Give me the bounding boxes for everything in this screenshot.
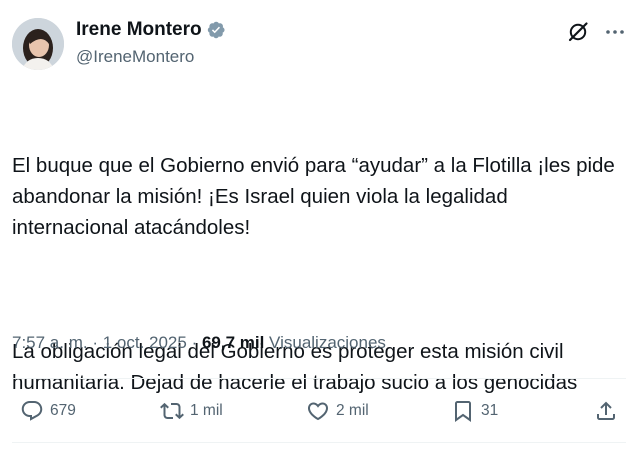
tweet-time[interactable]: 7:57 a. m. (12, 333, 88, 352)
like-button[interactable]: 2 mil (306, 392, 369, 430)
more-icon[interactable] (603, 20, 627, 44)
divider-top (12, 378, 626, 379)
views-count: 69,7 mil (201, 333, 265, 352)
meta-separator: · (186, 333, 202, 352)
tweet-paragraph-1: El buque que el Gobierno envió para “ayu… (12, 154, 621, 239)
meta-separator: · (87, 333, 103, 352)
share-button[interactable] (594, 392, 618, 430)
author-name-row: Irene Montero (76, 18, 226, 42)
reply-count: 679 (50, 402, 76, 419)
like-icon (307, 402, 329, 421)
share-icon (597, 401, 615, 420)
author-name[interactable]: Irene Montero (76, 18, 202, 42)
repost-icon (160, 402, 184, 420)
divider-bottom (12, 442, 626, 443)
verified-badge-icon[interactable] (206, 20, 226, 40)
bookmark-icon (455, 401, 471, 422)
avatar[interactable] (12, 18, 64, 70)
tweet-meta: 7:57 a. m. · 1 oct. 2025 · 69,7 mil Visu… (12, 331, 386, 355)
bookmark-count: 31 (481, 402, 499, 419)
grok-icon[interactable] (566, 20, 590, 44)
reply-icon (21, 401, 43, 421)
views-label: Visualizaciones (264, 333, 386, 352)
tweet-date[interactable]: 1 oct. 2025 (103, 333, 187, 352)
bookmark-button[interactable]: 31 (451, 392, 498, 430)
like-count: 2 mil (336, 402, 369, 419)
author-handle[interactable]: @IreneMontero (76, 46, 194, 68)
action-bar: 679 1 mil 2 mil 31 (0, 392, 636, 430)
repost-button[interactable]: 1 mil (160, 392, 223, 430)
reply-button[interactable]: 679 (20, 392, 76, 430)
avatar-image (12, 18, 64, 70)
repost-count: 1 mil (190, 402, 223, 419)
